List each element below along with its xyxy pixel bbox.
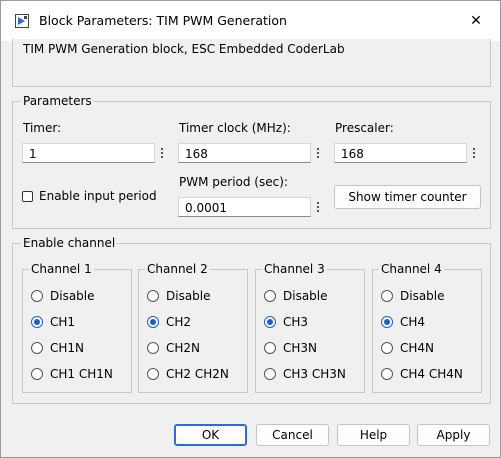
radio-option-label: CH1N — [50, 341, 85, 355]
radio-unselected-icon[interactable] — [31, 368, 43, 380]
pwm-period-input[interactable]: 0.0001 — [178, 197, 311, 217]
kebab-dot — [161, 148, 163, 150]
pwm-period-label: PWM period (sec): — [179, 175, 288, 189]
simulink-app-icon — [15, 14, 29, 28]
radio-selected-icon[interactable] — [31, 316, 43, 328]
radio-option-label: Disable — [50, 289, 95, 303]
radio-option-label: CH3 — [283, 315, 309, 329]
radio-selected-icon[interactable] — [381, 316, 393, 328]
radio-unselected-icon[interactable] — [381, 368, 393, 380]
radio-selected-icon[interactable] — [147, 316, 159, 328]
radio-option-label: CH2 — [166, 315, 192, 329]
radio-unselected-icon[interactable] — [147, 290, 159, 302]
radio-unselected-icon[interactable] — [31, 290, 43, 302]
radio-unselected-icon[interactable] — [264, 368, 276, 380]
kebab-dot — [473, 148, 475, 150]
radio-option-label: Disable — [166, 289, 211, 303]
radio-option-label: Disable — [283, 289, 328, 303]
radio-unselected-icon[interactable] — [147, 368, 159, 380]
radio-selected-icon[interactable] — [264, 316, 276, 328]
timer-clock-options-menu[interactable] — [313, 143, 323, 163]
enable-input-period-checkbox[interactable] — [22, 191, 33, 202]
show-timer-counter-button[interactable]: Show timer counter — [334, 185, 481, 209]
kebab-dot — [317, 152, 319, 154]
kebab-dot — [317, 202, 319, 204]
enable-input-period-label[interactable]: Enable input period — [39, 189, 157, 203]
apply-button[interactable]: Apply — [417, 424, 490, 446]
timer-label: Timer: — [23, 121, 62, 135]
radio-option-label: Disable — [400, 289, 445, 303]
block-description-box: TIM PWM Generation block, ESC Embedded C… — [12, 39, 491, 87]
radio-unselected-icon[interactable] — [264, 342, 276, 354]
parameters-group-label: Parameters — [21, 94, 94, 108]
title-bar[interactable]: Block Parameters: TIM PWM Generation ✕ — [1, 1, 500, 41]
timer-input[interactable]: 1 — [22, 143, 155, 163]
timer-clock-label: Timer clock (MHz): — [179, 121, 291, 135]
kebab-dot — [473, 156, 475, 158]
timer-clock-input[interactable]: 168 — [178, 143, 311, 163]
pwm-period-options-menu[interactable] — [313, 197, 323, 217]
kebab-dot — [161, 156, 163, 158]
channel-2-label: Channel 2 — [145, 262, 210, 276]
radio-option-label: CH4 CH4N — [400, 367, 463, 381]
timer-options-menu[interactable] — [157, 143, 167, 163]
prescaler-options-menu[interactable] — [469, 143, 479, 163]
radio-option-label: CH3 CH3N — [283, 367, 346, 381]
prescaler-input[interactable]: 168 — [334, 143, 467, 163]
help-button[interactable]: Help — [337, 424, 410, 446]
dialog-window: Block Parameters: TIM PWM Generation ✕ T… — [0, 0, 501, 458]
window-title: Block Parameters: TIM PWM Generation — [39, 13, 287, 28]
radio-option-label: CH1 — [50, 315, 76, 329]
block-description: TIM PWM Generation block, ESC Embedded C… — [23, 42, 345, 56]
ok-button[interactable]: OK — [174, 424, 247, 446]
kebab-dot — [473, 152, 475, 154]
radio-option-label: CH2 CH2N — [166, 367, 229, 381]
cancel-button[interactable]: Cancel — [256, 424, 329, 446]
close-icon: ✕ — [470, 13, 482, 29]
radio-unselected-icon[interactable] — [264, 290, 276, 302]
radio-unselected-icon[interactable] — [31, 342, 43, 354]
enable-channel-group-label: Enable channel — [21, 236, 118, 250]
prescaler-label: Prescaler: — [335, 121, 394, 135]
radio-option-label: CH3N — [283, 341, 318, 355]
kebab-dot — [317, 156, 319, 158]
channel-1-label: Channel 1 — [29, 262, 94, 276]
channel-3-label: Channel 3 — [262, 262, 327, 276]
kebab-dot — [161, 152, 163, 154]
radio-option-label: CH1 CH1N — [50, 367, 113, 381]
kebab-dot — [317, 206, 319, 208]
radio-option-label: CH4N — [400, 341, 435, 355]
radio-option-label: CH2N — [166, 341, 201, 355]
radio-unselected-icon[interactable] — [381, 342, 393, 354]
close-button[interactable]: ✕ — [456, 5, 496, 37]
radio-unselected-icon[interactable] — [381, 290, 393, 302]
radio-option-label: CH4 — [400, 315, 426, 329]
channel-4-label: Channel 4 — [379, 262, 444, 276]
kebab-dot — [317, 148, 319, 150]
radio-unselected-icon[interactable] — [147, 342, 159, 354]
kebab-dot — [317, 210, 319, 212]
